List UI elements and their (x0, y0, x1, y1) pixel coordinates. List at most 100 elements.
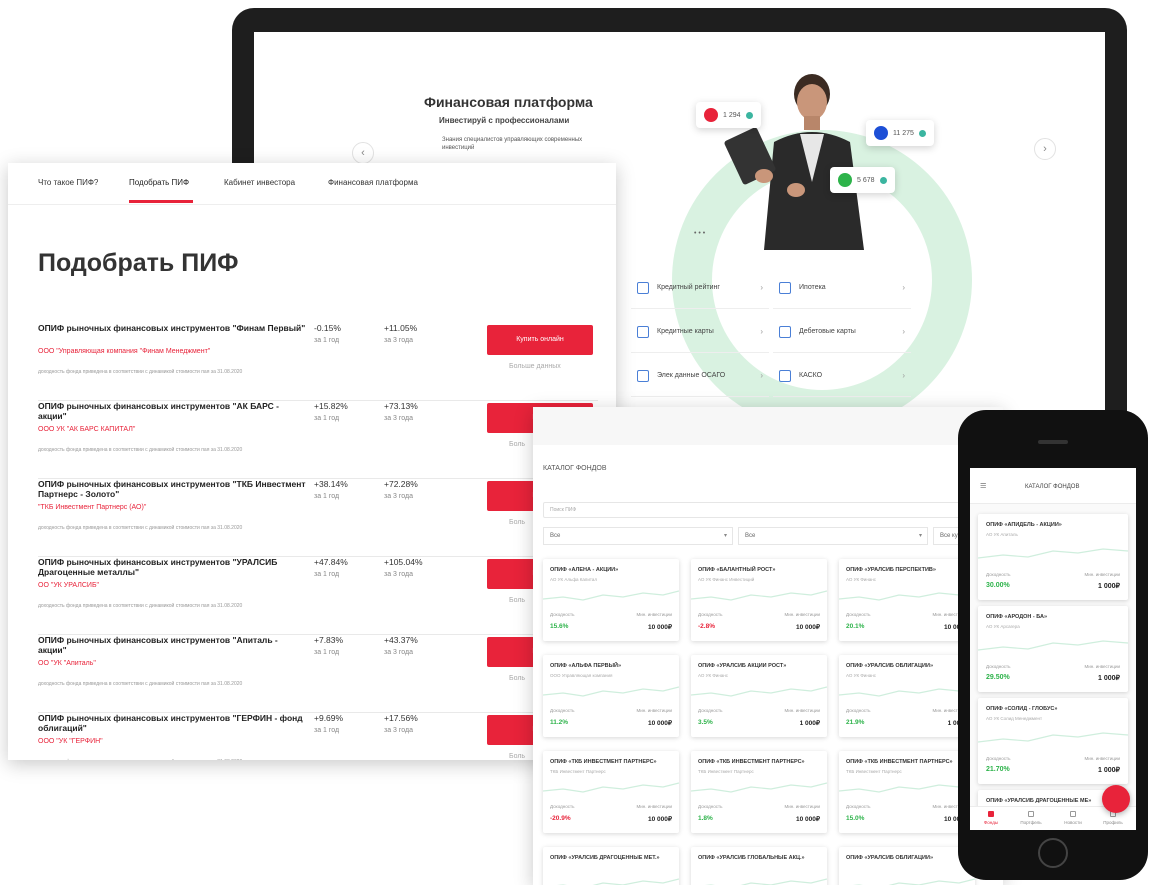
fund-card[interactable]: ОПИФ «ТКБ ИНВЕСТМЕНТ ПАРТНЕРС» ТКБ Инвест… (839, 751, 975, 833)
phone-fund-card[interactable]: ОПИФ «АПИДЕЛЬ - АКЦИИ» АО УК Апиталь Доход… (978, 514, 1128, 600)
phone-fund-card[interactable]: ОПИФ «АРОДОН - БА» АО УК Арсагера Доходнос… (978, 606, 1128, 692)
fund-period-3y: за 3 года (384, 415, 414, 422)
fund-company[interactable]: ООО "Управляющая компания "Финам Менеджм… (38, 348, 210, 355)
fund-card-name: ОПИФ «ТКБ ИНВЕСТМЕНТ ПАРТНЕРС» (846, 759, 953, 765)
tab-choose-pif[interactable]: Подобрать ПИФ (129, 178, 189, 187)
fund-search-input[interactable]: Поиск ПИФ (543, 502, 993, 518)
fund-name[interactable]: ОПИФ рыночных финансовых инструментов "Т… (38, 479, 306, 499)
pif-selection-window: Что такое ПИФ? Подобрать ПИФ Кабинет инв… (8, 163, 616, 760)
nav-label: Новости (1064, 820, 1082, 825)
filter-dropdown-2[interactable]: Все ▾ (738, 527, 928, 545)
catalog-title: КАТАЛОГ ФОНДОВ (543, 465, 607, 472)
fund-card[interactable]: ОПИФ «АЛЬФА ПЕРВЫЙ» ООО Управляющая компа… (543, 655, 679, 737)
service-item[interactable]: КАСКО › (773, 355, 911, 397)
fund-name[interactable]: ОПИФ рыночных финансовых инструментов "Г… (38, 713, 306, 733)
yield-label: Доходность (550, 804, 575, 809)
service-item[interactable]: Элек данные ОСАГО › (631, 355, 769, 397)
nav-profile[interactable]: Профиль (1098, 811, 1128, 825)
fund-card[interactable]: ОПИФ «УРАЛСИБ ОБЛИГАЦИИ» АО УК Финанс Дохо… (839, 655, 975, 737)
fund-card[interactable]: ОПИФ «УРАЛСИБ ОБЛИГАЦИИ»ДоходностьМин. и… (839, 847, 975, 885)
fund-name[interactable]: ОПИФ рыночных финансовых инструментов "Ф… (38, 323, 306, 333)
min-invest-label: Мин. инвестиции (636, 708, 672, 713)
more-info-link[interactable]: Боль (509, 675, 525, 682)
yield-label: Доходность (550, 612, 575, 617)
yield-label: Доходность (986, 756, 1011, 761)
fund-card-min: 1 000₽ (1098, 583, 1120, 590)
chat-icon[interactable] (1102, 785, 1130, 813)
fund-note: доходность фонда приведена в соответстви… (38, 525, 243, 531)
fund-name[interactable]: ОПИФ рыночных финансовых инструментов "У… (38, 557, 306, 577)
fund-card[interactable]: ОПИФ «АЛЕНА - АКЦИИ» АО УК Альфа Капитал Д… (543, 559, 679, 641)
fund-card[interactable]: ОПИФ «ТКБ ИНВЕСТМЕНТ ПАРТНЕРС» ТКБ Инвест… (691, 751, 827, 833)
sparkline-chart (852, 878, 975, 885)
service-item[interactable]: Кредитный рейтинг › (631, 267, 769, 309)
fund-row: ОПИФ рыночных финансовых инструментов "А… (38, 401, 598, 479)
sparkline-chart (704, 878, 827, 885)
fund-company[interactable]: "ТКБ Инвестмент Партнерс (АО)" (38, 504, 146, 511)
service-item[interactable]: Кредитные карты › (631, 311, 769, 353)
fund-card-name: ОПИФ «УРАЛСИБ АКЦИИ РОСТ» (698, 663, 787, 669)
fund-note: доходность фонда приведена в соответстви… (38, 759, 242, 760)
fund-company[interactable]: ОО "УК УРАЛСИБ" (38, 582, 99, 589)
menu-icon[interactable]: ≡ (980, 480, 986, 492)
sparkline-chart (978, 548, 1128, 559)
carousel-prev-icon[interactable]: ‹ (352, 142, 374, 164)
chevron-right-icon: › (760, 371, 763, 380)
house-icon (779, 281, 791, 294)
more-info-link[interactable]: Боль (509, 597, 525, 604)
shield-icon (637, 369, 649, 382)
fund-period-3y: за 3 года (384, 727, 414, 734)
sparkline-chart (839, 782, 975, 793)
fund-card[interactable]: ОПИФ «БАЛАНТНЫЙ РОСТ» АО УК Финанс Инвест… (691, 559, 827, 641)
bank-logo-icon (704, 108, 718, 122)
fund-company[interactable]: ОО "УК "Апиталь" (38, 660, 96, 667)
fund-card-min: 1 000₽ (799, 720, 820, 727)
nav-funds[interactable]: Фонды (976, 811, 1006, 825)
tab-finance-platform[interactable]: Финансовая платформа (328, 178, 418, 187)
fund-card-min: 10 000₽ (647, 816, 672, 823)
bank-logo-icon (838, 173, 852, 187)
fund-card[interactable]: ОПИФ «УРАЛСИБ ГЛОБАЛЬНЫЕ АКЦ.»Доходность… (691, 847, 827, 885)
more-info-link[interactable]: Боль (509, 441, 525, 448)
phone-home-button[interactable] (1038, 838, 1068, 868)
fund-card[interactable]: ОПИФ «ТКБ ИНВЕСТМЕНТ ПАРТНЕРС» ТКБ Инвест… (543, 751, 679, 833)
fund-card-yield: -2.8% (698, 623, 715, 630)
more-info-link[interactable]: Боль (509, 753, 525, 760)
phone-fund-card[interactable]: ОПИФ «СОЛИД - ГЛОБУС» АО УК Солид Менеджм… (978, 698, 1128, 784)
check-icon (918, 129, 926, 137)
nav-news[interactable]: Новости (1058, 811, 1088, 825)
min-invest-label: Мин. инвестиции (1084, 664, 1120, 669)
carousel-next-icon[interactable]: › (1034, 138, 1056, 160)
yield-label: Доходность (986, 572, 1011, 577)
fund-period-1y: за 1 год (314, 337, 340, 344)
sparkline-chart (556, 878, 679, 885)
phone-screen: ≡ КАТАЛОГ ФОНДОВ ОПИФ «АПИДЕЛЬ - АКЦИИ» А… (970, 468, 1136, 830)
tab-investor-cabinet[interactable]: Кабинет инвестора (224, 178, 295, 187)
fund-name[interactable]: ОПИФ рыночных финансовых инструментов "А… (38, 401, 306, 421)
carousel-indicator[interactable]: • • • (694, 230, 705, 237)
fund-company[interactable]: ООО "УК "ГЕРФИН" (38, 738, 103, 745)
portfolio-icon (1028, 811, 1034, 817)
fund-card[interactable]: ОПИФ «УРАЛСИБ ДРАГОЦЕННЫЕ МЕТ.»Доходност… (543, 847, 679, 885)
fund-period-3y: за 3 года (384, 571, 414, 578)
fund-card-min: 10 000₽ (647, 624, 672, 631)
more-info-link[interactable]: Боль (509, 519, 525, 526)
tab-what-is-pif[interactable]: Что такое ПИФ? (38, 178, 98, 187)
min-invest-label: Мин. инвестиции (784, 804, 820, 809)
fund-card[interactable]: ОПИФ «УРАЛСИБ АКЦИИ РОСТ» АО УК Финанс Дох… (691, 655, 827, 737)
fund-name[interactable]: ОПИФ рыночных финансовых инструментов "А… (38, 635, 306, 655)
fund-card[interactable]: ОПИФ «УРАЛСИБ ПЕРСПЕКТИВ» АО УК Финанс Дох… (839, 559, 975, 641)
service-item[interactable]: Дебетовые карты › (773, 311, 911, 353)
fund-card-yield: 15.0% (846, 815, 865, 822)
fund-card-yield: 20.1% (846, 623, 865, 630)
buy-online-button[interactable]: Купить онлайн (487, 325, 593, 355)
fund-company[interactable]: ООО УК "АК БАРС КАПИТАЛ" (38, 426, 135, 433)
service-item[interactable]: Ипотека › (773, 267, 911, 309)
fund-card-company: ТКБ Инвестмент Партнерс (550, 769, 606, 774)
rate-chip-red: 1 294 (696, 102, 761, 128)
nav-label: Фонды (983, 820, 999, 825)
nav-portfolio[interactable]: Портфель (1016, 811, 1046, 825)
fund-note: доходность фонда приведена в соответстви… (38, 603, 243, 609)
filter-dropdown-1[interactable]: Все ▾ (543, 527, 733, 545)
more-info-link[interactable]: Больше данных (509, 363, 561, 370)
